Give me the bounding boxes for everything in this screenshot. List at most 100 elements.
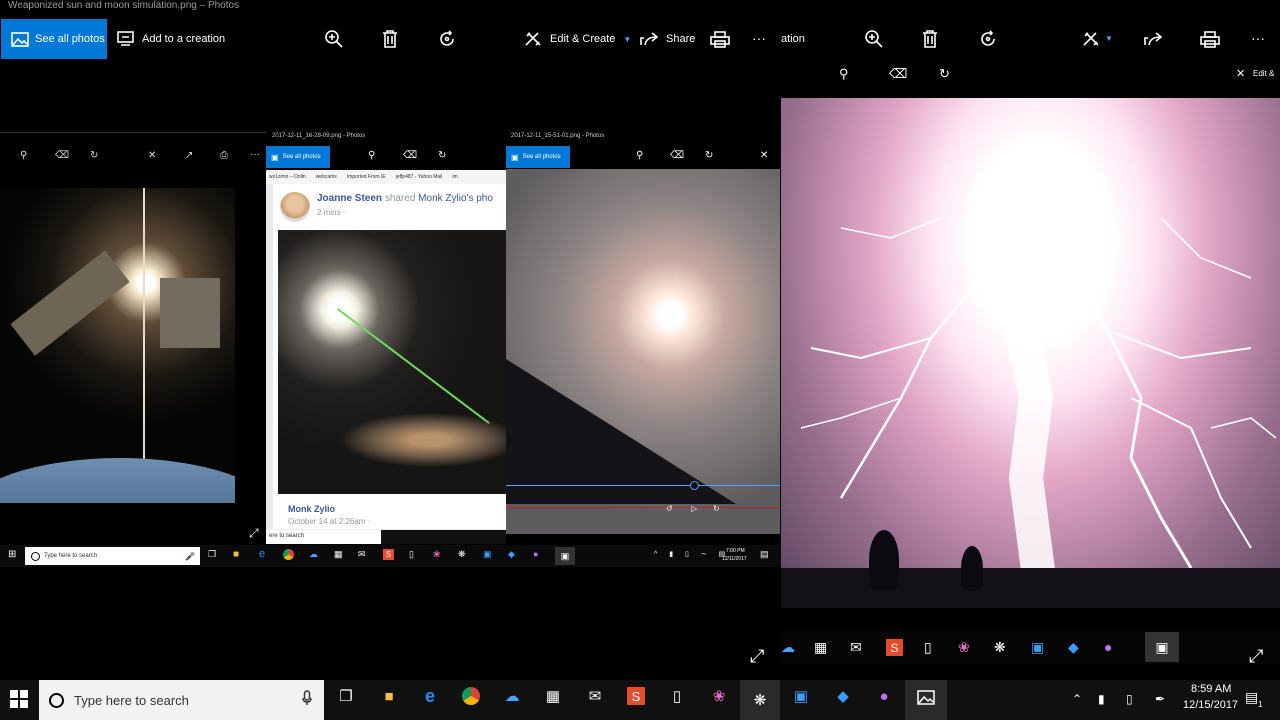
rotate-icon: ↻: [939, 66, 950, 81]
share-button[interactable]: Share: [640, 31, 695, 47]
add-to-creation-button[interactable]: Add to a creation: [117, 31, 225, 46]
store-icon[interactable]: ▦: [542, 685, 564, 707]
page-name: Monk Zylio: [418, 193, 467, 204]
main-photos-window: Weaponized sun and moon simulation.png –…: [0, 0, 781, 680]
rotate-icon[interactable]: [438, 30, 456, 48]
expand-icon[interactable]: ⤢: [1249, 646, 1263, 667]
edit-icon: ✕: [1236, 68, 1246, 80]
chrome-icon[interactable]: [460, 685, 482, 707]
edit-create-button[interactable]: Edit & Create ▼: [524, 31, 631, 47]
post-photo: [278, 230, 506, 494]
clock-time[interactable]: 8:59 AM: [1191, 683, 1231, 695]
app-icon: ▣: [1031, 639, 1045, 655]
notification-center-icon[interactable]: ▤: [1245, 689, 1258, 706]
s-app-icon: S: [886, 639, 903, 656]
window-b-title: 2017-12-11_15-51-01.png - Photos: [511, 133, 605, 139]
balloon-app-icon[interactable]: ●: [873, 685, 895, 707]
smoke-cloud: [298, 400, 506, 480]
delete-icon[interactable]: [382, 30, 398, 48]
nested-toolbar-a: ▣ See all photos ⚲ ⌫ ↻: [266, 144, 506, 170]
progress-thumb: [690, 481, 699, 490]
red-line: [506, 507, 780, 508]
clock-date[interactable]: 12/15/2017: [1183, 699, 1238, 711]
see-all-photos-button-a: ▣ See all photos: [266, 146, 330, 168]
inner-file-icon: ▯: [409, 549, 414, 559]
inner-cloud-icon: ☁: [309, 549, 318, 559]
pen-icon[interactable]: ✒: [1155, 692, 1165, 706]
edit-create-icon: [524, 31, 542, 47]
active-film-app[interactable]: ❋: [740, 680, 780, 720]
s-app-icon[interactable]: S: [625, 685, 647, 707]
shared-text: shared: [384, 193, 416, 204]
right-photos-window: ation ▼ ··· ⚲ ⌫ ↻ ✕ Edit & ☁ ▦ ✉ S ▯ ❀ ❋…: [781, 0, 1280, 680]
cortana-icon: [31, 551, 40, 561]
file-explorer-icon[interactable]: ■: [378, 685, 400, 707]
inner-notification-icon: ▤: [760, 549, 769, 559]
more-options-icon[interactable]: ···: [752, 30, 766, 46]
battery-icon[interactable]: ▮: [1098, 692, 1105, 706]
mail-icon[interactable]: ✉: [584, 685, 606, 707]
more-options-icon[interactable]: ···: [1251, 30, 1265, 46]
file-icon[interactable]: ▯: [666, 685, 688, 707]
skip-back-icon: ↺: [666, 504, 673, 513]
active-photos-app[interactable]: [905, 680, 947, 720]
zoom-icon[interactable]: [325, 30, 343, 48]
edit-create-label: Edit & Create: [550, 33, 616, 45]
windows-start-icon[interactable]: [10, 690, 28, 708]
nested-window-facebook: 2017-12-11_16-28-09.png - Photos ▣ See a…: [266, 132, 506, 532]
delete-icon: ⌫: [889, 66, 908, 81]
nested-toolbar: ⚲ ⌫ ↻ ✕ ↗ ⎙ ···: [0, 145, 266, 165]
diamond-app-icon[interactable]: ◆: [832, 685, 854, 707]
rotate-icon[interactable]: [979, 30, 997, 48]
nested-window-sun: 2017-12-11_15-51-01.png - Photos ▣ See a…: [506, 132, 780, 537]
microphone-icon[interactable]: [302, 689, 312, 711]
octopus-icon[interactable]: ❀: [708, 685, 730, 707]
inner-search-placeholder: Type here to search: [44, 553, 98, 559]
edit-create-icon[interactable]: [1082, 31, 1100, 47]
video-progress-bar: [506, 485, 780, 486]
inner-search-box: Type here to search 🎤: [25, 547, 200, 565]
task-view-icon[interactable]: ❐: [335, 685, 357, 707]
edge-icon[interactable]: e: [419, 685, 441, 707]
inner-s-app-icon: S: [383, 549, 394, 560]
sun-photo: ↺ ▷ ↻: [506, 169, 780, 534]
see-all-label-a: See all photos: [282, 154, 321, 160]
lightning-photo: [781, 98, 1280, 608]
octopus-icon: ❀: [958, 639, 970, 655]
print-icon[interactable]: [710, 31, 730, 48]
print-icon[interactable]: [1200, 31, 1220, 48]
rotate-icon: ↻: [705, 150, 714, 161]
see-all-photos-button[interactable]: See all photos: [1, 19, 107, 59]
edit-icon: ✕: [148, 150, 157, 161]
network-icon[interactable]: ▯: [1126, 692, 1133, 706]
facebook-post: Joanne Steen shared Monk Zylio's pho 2 m…: [273, 184, 506, 529]
chevron-down-icon: ▼: [1105, 34, 1113, 43]
bookmark: im: [452, 174, 458, 180]
notification-count-badge: 1: [1258, 700, 1263, 709]
expand-icon[interactable]: ⤢: [750, 646, 764, 667]
zoom-icon[interactable]: [865, 30, 883, 48]
share-icon[interactable]: [1144, 31, 1162, 47]
cloud-app-icon[interactable]: ☁: [501, 685, 523, 707]
bookmark: Imported From IE: [346, 174, 386, 180]
chevron-down-icon: ▼: [623, 34, 632, 44]
photo-suffix: 's pho: [466, 193, 493, 204]
nested-taskbar-strip: ☁ ▦ ✉ S ▯ ❀ ❋ ▣ ◆ ● ▣: [781, 630, 1280, 664]
more-icon: ···: [250, 149, 260, 160]
diamond-icon: ◆: [1068, 639, 1079, 655]
taskbar-search-box[interactable]: Type here to search: [39, 680, 324, 720]
inner-taskbar-fragment: ere to search: [266, 530, 506, 544]
app-icon[interactable]: ▣: [790, 685, 812, 707]
photos-icon: ▣: [511, 152, 519, 162]
tree: [869, 530, 899, 590]
search-fragment: ere to search: [269, 533, 305, 539]
edit-partial-label: Edit &: [1253, 69, 1275, 78]
tree-line: [781, 568, 1280, 608]
delete-icon[interactable]: [922, 30, 938, 48]
fragment-icons: [381, 530, 506, 544]
iss-arm: [10, 250, 130, 356]
lightning-bolts: [800, 217, 1277, 581]
inner-photos-icon: ▣: [555, 547, 575, 565]
film-reel-icon: ❋: [753, 692, 767, 709]
chevron-up-icon[interactable]: ⌃: [1072, 692, 1082, 706]
